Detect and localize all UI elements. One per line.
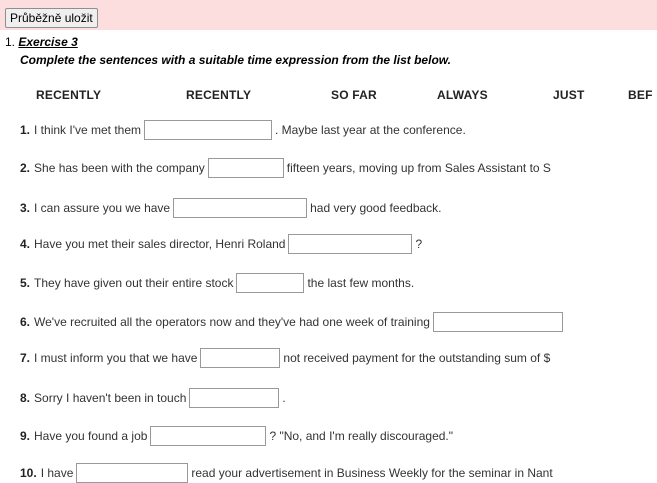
item-number: 6.	[20, 315, 31, 329]
item-text-before: I must inform you that we have	[34, 351, 198, 365]
item-number: 3.	[20, 201, 31, 215]
exercise-item: 10. I have read your advertisement in Bu…	[20, 463, 553, 483]
item-text-after: ? "No, and I'm really discouraged."	[269, 429, 454, 443]
top-toolbar	[0, 0, 657, 30]
answer-input[interactable]	[144, 120, 273, 140]
item-number: 1.	[20, 123, 31, 137]
item-text-after: not received payment for the outstanding…	[283, 351, 551, 365]
exercise-item: 5. They have given out their entire stoc…	[20, 273, 414, 293]
answer-input[interactable]	[236, 273, 305, 293]
answer-input[interactable]	[189, 388, 280, 408]
word-bank-item: BEF	[628, 88, 653, 102]
answer-input[interactable]	[207, 158, 284, 178]
answer-input[interactable]	[288, 234, 413, 254]
item-number: 9.	[20, 429, 31, 443]
item-text-before: I think I've met them	[34, 123, 142, 137]
exercise-title: Exercise 3	[18, 35, 78, 49]
exercise-item: 4. Have you met their sales director, He…	[20, 234, 422, 254]
word-bank: RECENTLY RECENTLY SO FAR ALWAYS JUST BEF	[0, 88, 657, 104]
item-number: 4.	[20, 237, 31, 251]
exercise-item: 9. Have you found a job ? "No, and I'm r…	[20, 426, 453, 446]
answer-input[interactable]	[200, 348, 281, 368]
word-bank-item: RECENTLY	[36, 88, 102, 102]
item-text-before: She has been with the company	[34, 161, 205, 175]
word-bank-item: RECENTLY	[186, 88, 252, 102]
exercise-item: 6. We've recruited all the operators now…	[20, 312, 566, 332]
word-bank-item: ALWAYS	[437, 88, 488, 102]
item-text-before: They have given out their entire stock	[34, 276, 234, 290]
item-text-after: read your advertisement in Business Week…	[191, 466, 553, 480]
answer-input[interactable]	[173, 198, 308, 218]
word-bank-item: SO FAR	[331, 88, 377, 102]
exercise-item: 7. I must inform you that we have not re…	[20, 348, 550, 368]
instruction-text: Complete the sentences with a suitable t…	[20, 53, 451, 67]
answer-input[interactable]	[76, 463, 189, 483]
exercise-item: 1. I think I've met them . Maybe last ye…	[20, 120, 466, 140]
answer-input[interactable]	[432, 312, 563, 332]
word-bank-item: JUST	[553, 88, 585, 102]
item-text-after: . Maybe last year at the conference.	[275, 123, 466, 137]
item-text-before: We've recruited all the operators now an…	[34, 315, 430, 329]
item-text-before: I have	[40, 466, 74, 480]
exercise-item: 2. She has been with the company fifteen…	[20, 158, 551, 178]
item-text-before: Have you found a job	[34, 429, 148, 443]
item-text-after: .	[282, 391, 286, 405]
answer-input[interactable]	[150, 426, 267, 446]
item-text-before: I can assure you we have	[34, 201, 171, 215]
item-number: 7.	[20, 351, 31, 365]
item-number: 2.	[20, 161, 31, 175]
exercise-item: 8. Sorry I haven't been in touch .	[20, 388, 286, 408]
item-text-before: Sorry I haven't been in touch	[34, 391, 187, 405]
item-number: 10.	[20, 466, 37, 480]
item-text-after: had very good feedback.	[310, 201, 442, 215]
item-number: 8.	[20, 391, 31, 405]
exercise-item: 3. I can assure you we have had very goo…	[20, 198, 442, 218]
question-header: 1. Exercise 3	[5, 35, 78, 49]
item-text-before: Have you met their sales director, Henri…	[34, 237, 286, 251]
question-number: 1.	[5, 35, 16, 49]
item-number: 5.	[20, 276, 31, 290]
item-text-after: ?	[415, 237, 423, 251]
item-text-after: the last few months.	[307, 276, 415, 290]
item-text-after: fifteen years, moving up from Sales Assi…	[286, 161, 551, 175]
save-progress-button[interactable]: Průběžně uložit	[5, 8, 98, 28]
